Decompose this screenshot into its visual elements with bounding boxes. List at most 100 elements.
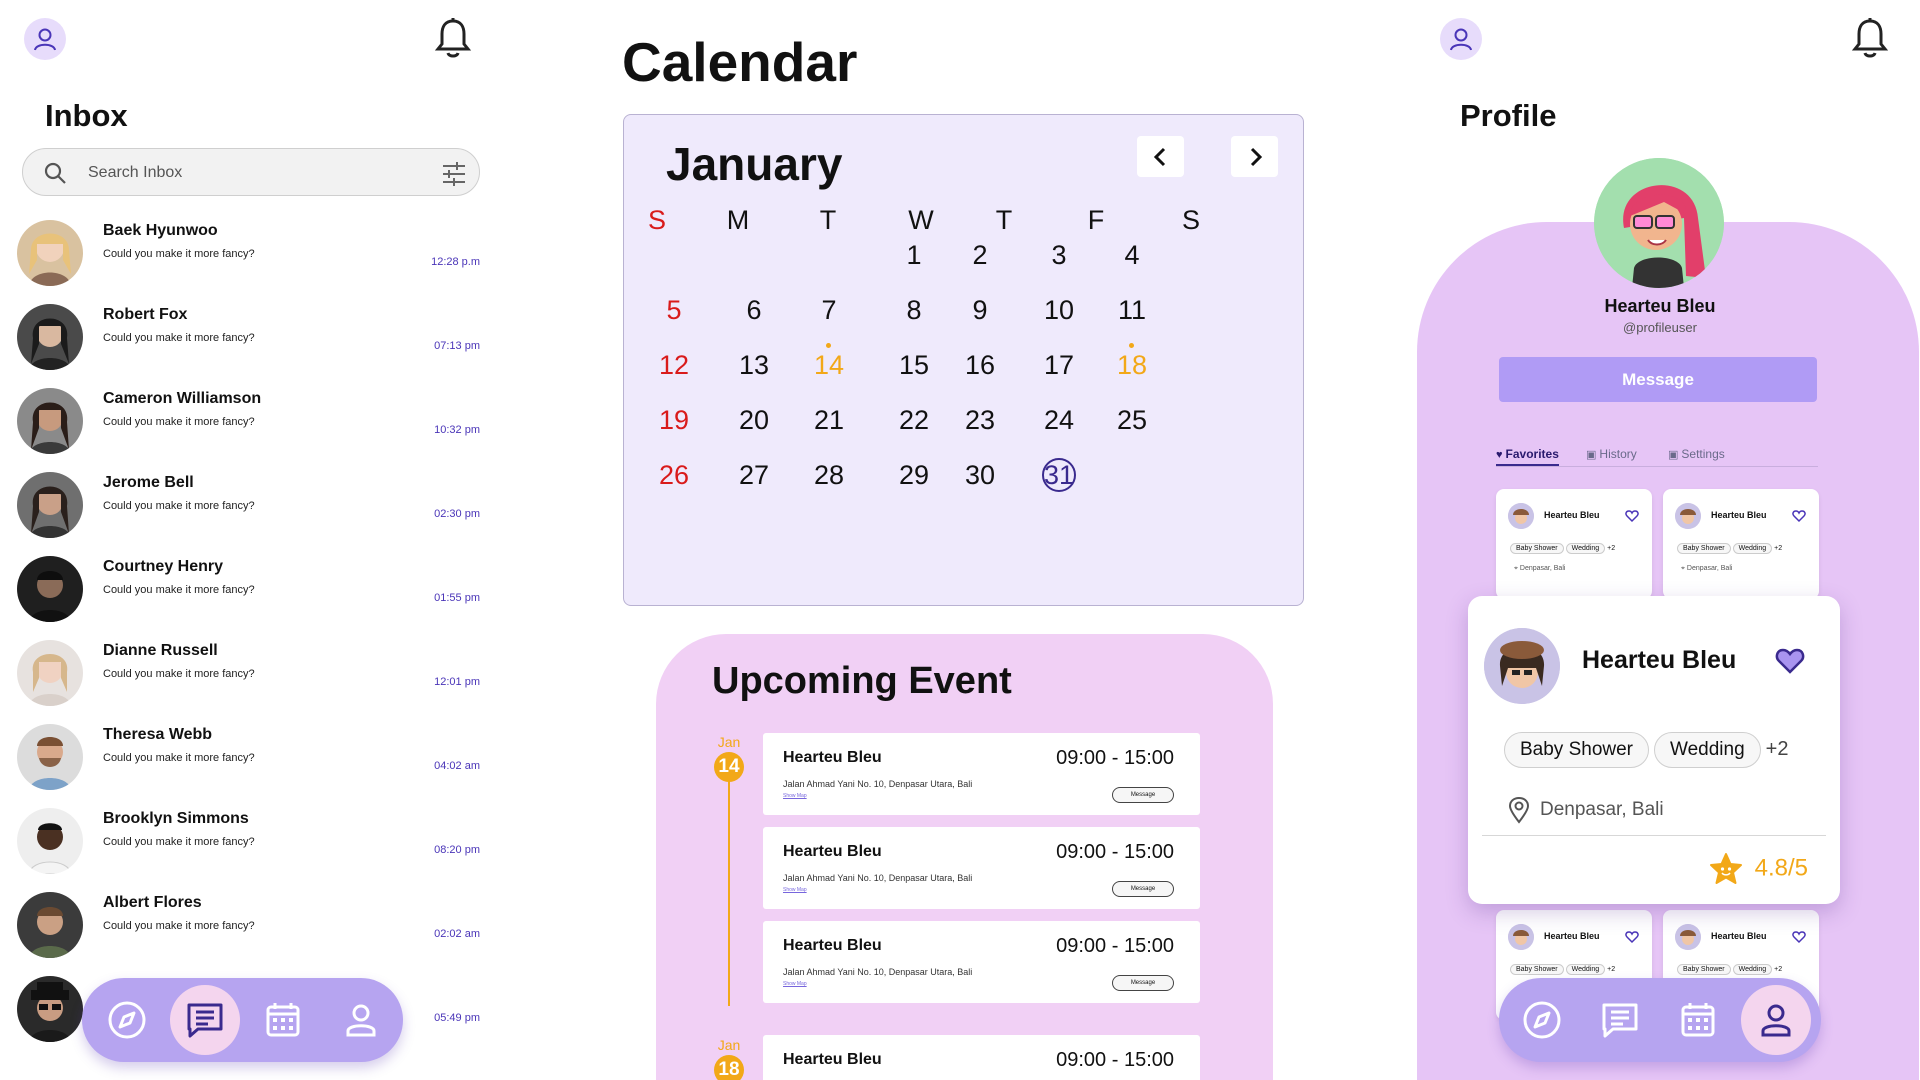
calendar-day[interactable]: 26: [644, 455, 704, 495]
message-button[interactable]: Message: [1112, 975, 1174, 991]
calendar-day[interactable]: 10: [1029, 290, 1089, 330]
calendar-day[interactable]: 1: [884, 235, 944, 275]
prev-month-button[interactable]: [1137, 136, 1184, 177]
tab-label: History: [1599, 447, 1637, 461]
show-map-link[interactable]: Show Map: [783, 887, 807, 893]
message-preview: Could you make it more fancy?: [103, 668, 255, 680]
calendar-day[interactable]: 15: [884, 345, 944, 385]
calendar-day[interactable]: 12: [644, 345, 704, 385]
calendar-day[interactable]: 5: [644, 290, 704, 330]
event-card[interactable]: Hearteu Bleu 09:00 - 15:00 Jalan Ahmad Y…: [763, 827, 1200, 909]
user-icon: [346, 1004, 376, 1037]
nav-chat[interactable]: [170, 985, 240, 1055]
list-item[interactable]: Jerome Bell Could you make it more fancy…: [0, 466, 500, 550]
calendar-day[interactable]: 11: [1102, 290, 1162, 330]
location-pin-icon: ⌖: [1514, 565, 1518, 572]
list-item[interactable]: Robert Fox Could you make it more fancy?…: [0, 298, 500, 382]
tab-settings[interactable]: ▣ Settings: [1668, 447, 1725, 461]
timeline-date: Jan 18: [709, 1037, 749, 1080]
tab-favorites[interactable]: ♥ Favorites: [1496, 447, 1559, 466]
favorite-card[interactable]: Hearteu Bleu Baby Shower Wedding +2 ⌖ Denp…: [1496, 489, 1652, 599]
calendar-day[interactable]: 9: [950, 290, 1010, 330]
bell-icon[interactable]: [1851, 17, 1889, 59]
list-item[interactable]: Brooklyn Simmons Could you make it more …: [0, 802, 500, 886]
calendar-day[interactable]: 30: [950, 455, 1010, 495]
section-title: Upcoming Event: [712, 660, 1012, 702]
nav-profile[interactable]: [326, 985, 396, 1055]
calendar-day[interactable]: 24: [1029, 400, 1089, 440]
calendar-day[interactable]: 27: [724, 455, 784, 495]
message-preview: Could you make it more fancy?: [103, 416, 255, 428]
nav-explore[interactable]: [92, 985, 162, 1055]
favorite-card[interactable]: Hearteu Bleu Baby Shower Wedding +2 ⌖ Denp…: [1663, 489, 1819, 599]
nav-chat[interactable]: [1585, 985, 1655, 1055]
nav-explore[interactable]: [1507, 985, 1577, 1055]
nav-calendar[interactable]: [248, 985, 318, 1055]
calendar-day[interactable]: 13: [724, 345, 784, 385]
tab-history[interactable]: ▣ History: [1586, 447, 1637, 461]
calendar-day[interactable]: 7: [799, 290, 859, 330]
calendar-day[interactable]: 28: [799, 455, 859, 495]
message-preview: Could you make it more fancy?: [103, 248, 255, 260]
avatar: [17, 220, 83, 286]
calendar-day[interactable]: 19: [644, 400, 704, 440]
nav-profile[interactable]: [1741, 985, 1811, 1055]
calendar-day[interactable]: 17: [1029, 345, 1089, 385]
message-button[interactable]: Message: [1112, 787, 1174, 803]
bell-icon[interactable]: [434, 17, 472, 59]
calendar-day[interactable]: 14: [799, 343, 859, 385]
event-time: 09:00 - 15:00: [1056, 935, 1174, 957]
next-month-button[interactable]: [1231, 136, 1278, 177]
list-item[interactable]: Cameron Williamson Could you make it mor…: [0, 382, 500, 466]
calendar-day[interactable]: 6: [724, 290, 784, 330]
list-item[interactable]: Courtney Henry Could you make it more fa…: [0, 550, 500, 634]
compass-icon: [1523, 1001, 1561, 1039]
show-map-link[interactable]: Show Map: [783, 793, 807, 799]
avatar: [17, 724, 83, 790]
event-card[interactable]: Hearteu Bleu 09:00 - 15:00: [763, 1035, 1200, 1080]
calendar-day[interactable]: 8: [884, 290, 944, 330]
featured-favorite-card[interactable]: Hearteu Bleu Baby Shower Wedding +2 Denpas…: [1468, 596, 1840, 904]
weekday-label: T: [819, 205, 837, 235]
heart-icon[interactable]: [1625, 930, 1639, 944]
calendar-day[interactable]: 29: [884, 455, 944, 495]
list-item[interactable]: Albert Flores Could you make it more fan…: [0, 886, 500, 970]
calendar-day[interactable]: 21: [799, 400, 859, 440]
calendar-day[interactable]: 3: [1029, 235, 1089, 275]
calendar-day[interactable]: 25: [1102, 400, 1162, 440]
card-name: Hearteu Bleu: [1582, 646, 1737, 674]
contact-name: Albert Flores: [103, 894, 202, 911]
event-card[interactable]: Hearteu Bleu 09:00 - 15:00 Jalan Ahmad Y…: [763, 921, 1200, 1003]
calendar-day[interactable]: 18: [1102, 343, 1162, 385]
tag: Baby Shower: [1510, 543, 1564, 554]
user-avatar-button[interactable]: [24, 18, 66, 60]
heart-icon[interactable]: [1625, 509, 1639, 523]
calendar-day[interactable]: 22: [884, 400, 944, 440]
calendar-day[interactable]: 23: [950, 400, 1010, 440]
calendar-day[interactable]: 16: [950, 345, 1010, 385]
list-item[interactable]: Dianne Russell Could you make it more fa…: [0, 634, 500, 718]
avatar: [1508, 924, 1534, 950]
timeline-day: 18: [714, 1055, 744, 1080]
message-button[interactable]: Message: [1112, 881, 1174, 897]
weekday-label: S: [1181, 205, 1200, 235]
list-item[interactable]: Baek Hyunwoo Could you make it more fanc…: [0, 214, 500, 298]
heart-icon[interactable]: [1775, 646, 1805, 676]
calendar-day[interactable]: 2: [950, 235, 1010, 275]
calendar-day[interactable]: 31: [1029, 455, 1089, 495]
heart-icon[interactable]: [1792, 930, 1806, 944]
nav-calendar[interactable]: [1663, 985, 1733, 1055]
search-input[interactable]: [88, 159, 418, 187]
heart-icon[interactable]: [1792, 509, 1806, 523]
weekday-label: W: [908, 205, 934, 235]
show-map-link[interactable]: Show Map: [783, 981, 807, 987]
avatar: [1484, 628, 1560, 704]
user-avatar-button[interactable]: [1440, 18, 1482, 60]
list-item[interactable]: Theresa Webb Could you make it more fanc…: [0, 718, 500, 802]
card-name: Hearteu Bleu: [1711, 931, 1767, 941]
event-card[interactable]: Hearteu Bleu 09:00 - 15:00 Jalan Ahmad Y…: [763, 733, 1200, 815]
filter-icon[interactable]: [441, 161, 467, 187]
calendar-day[interactable]: 20: [724, 400, 784, 440]
message-button[interactable]: Message: [1499, 357, 1817, 402]
calendar-day[interactable]: 4: [1102, 235, 1162, 275]
